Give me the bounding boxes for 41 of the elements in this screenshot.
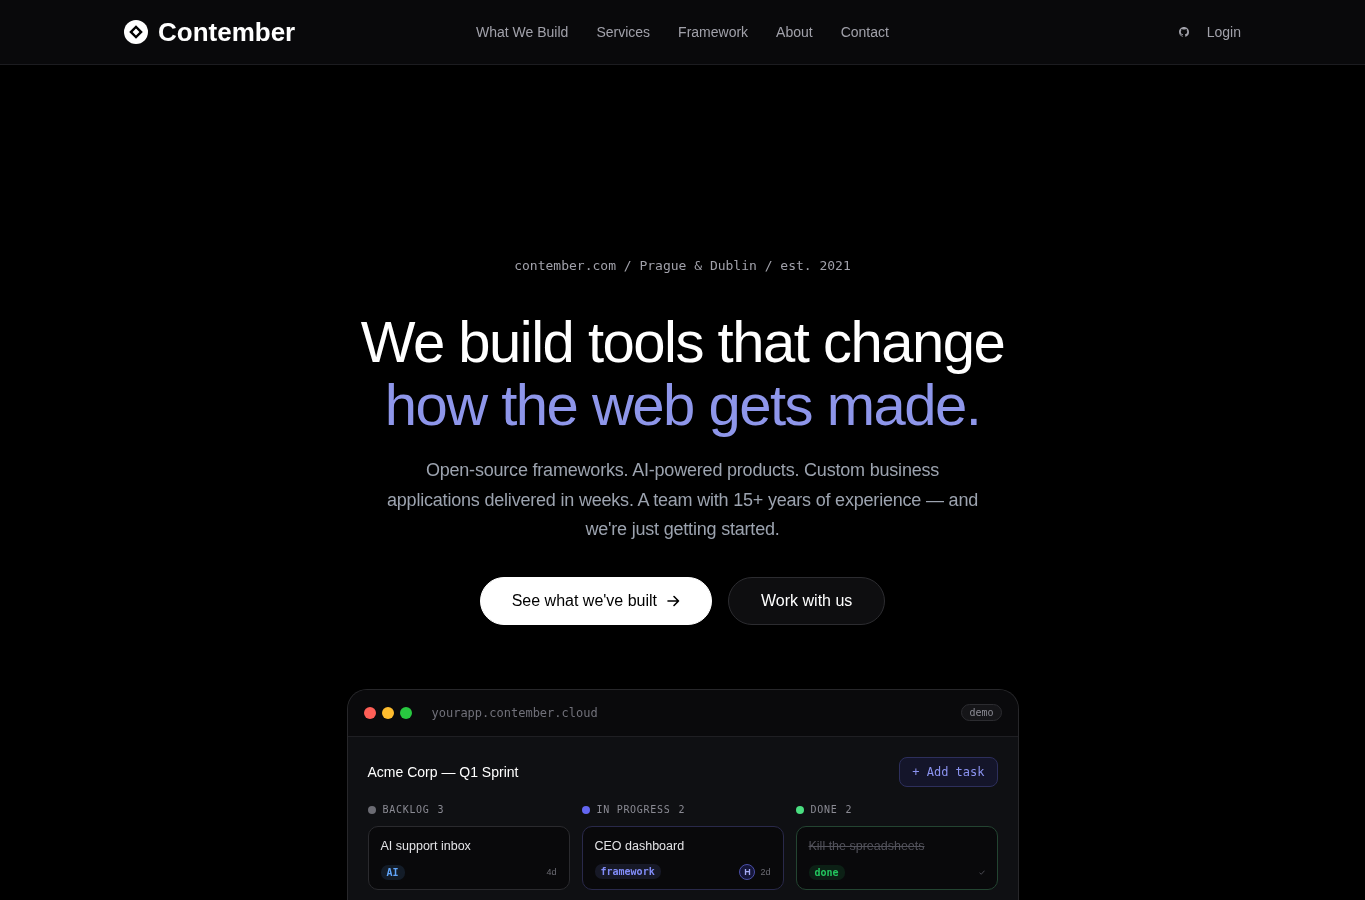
hero-subtitle: Open-source frameworks. AI-powered products. Custom business applications delivered in weeks. A team with 15+ years of experience — and we're just getting started. [385, 459, 980, 541]
board-title: Acme Corp — Q1 Sprint [367, 763, 519, 780]
task-title: Kill the spreadsheets [808, 838, 926, 853]
column-count: 3 [437, 804, 445, 815]
column-title: DONE [810, 804, 838, 815]
login-link[interactable]: Login [1206, 24, 1241, 40]
assignee-avatar: H [739, 863, 756, 880]
tick-icon [978, 869, 985, 875]
column-title: IN PROGRESS [596, 804, 671, 815]
logo-text[interactable]: Contember [158, 16, 296, 48]
primary-button[interactable]: See what we've built [479, 576, 713, 625]
task-tag: AI [380, 864, 405, 880]
task-card[interactable]: AI support inbox AI 4d [367, 825, 570, 890]
hero-headline: We build tools that change how the web gets made. [360, 310, 1005, 436]
task-card[interactable]: CEO dashboard framework H 2d [581, 825, 784, 890]
arrow-icon [667, 594, 681, 607]
add-task-button[interactable]: + Add task [899, 756, 998, 787]
window-control-icon[interactable] [399, 706, 412, 719]
nav-link[interactable]: Framework [678, 24, 749, 40]
task-age: 2d [760, 866, 771, 877]
github-icon[interactable] [1178, 27, 1189, 37]
task-age: 4d [546, 867, 557, 877]
nav-link[interactable]: About [776, 24, 813, 40]
column-count: 2 [845, 804, 853, 815]
nav-link[interactable]: What We Build [476, 24, 569, 40]
task-title: CEO dashboard [594, 838, 686, 853]
url-text: yourapp.contember.cloud [431, 705, 599, 720]
demo-badge: demo [961, 704, 1002, 721]
column-title: BACKLOG [382, 804, 430, 815]
task-tag: framework [594, 864, 661, 879]
nav-link[interactable]: Services [596, 24, 651, 40]
window-control-icon[interactable] [381, 706, 394, 719]
task-tag: done [808, 864, 845, 880]
eyebrow-text: contember.com / Prague & Dublin / est. 2021 [514, 258, 851, 274]
column-count: 2 [678, 804, 686, 815]
secondary-button[interactable]: Work with us [728, 576, 886, 625]
logo-icon [124, 20, 148, 44]
task-title: AI support inbox [380, 838, 472, 853]
nav-link[interactable]: Contact [840, 24, 889, 40]
window-control-icon[interactable] [363, 706, 376, 719]
task-card[interactable]: Kill the spreadsheets done [795, 825, 998, 890]
